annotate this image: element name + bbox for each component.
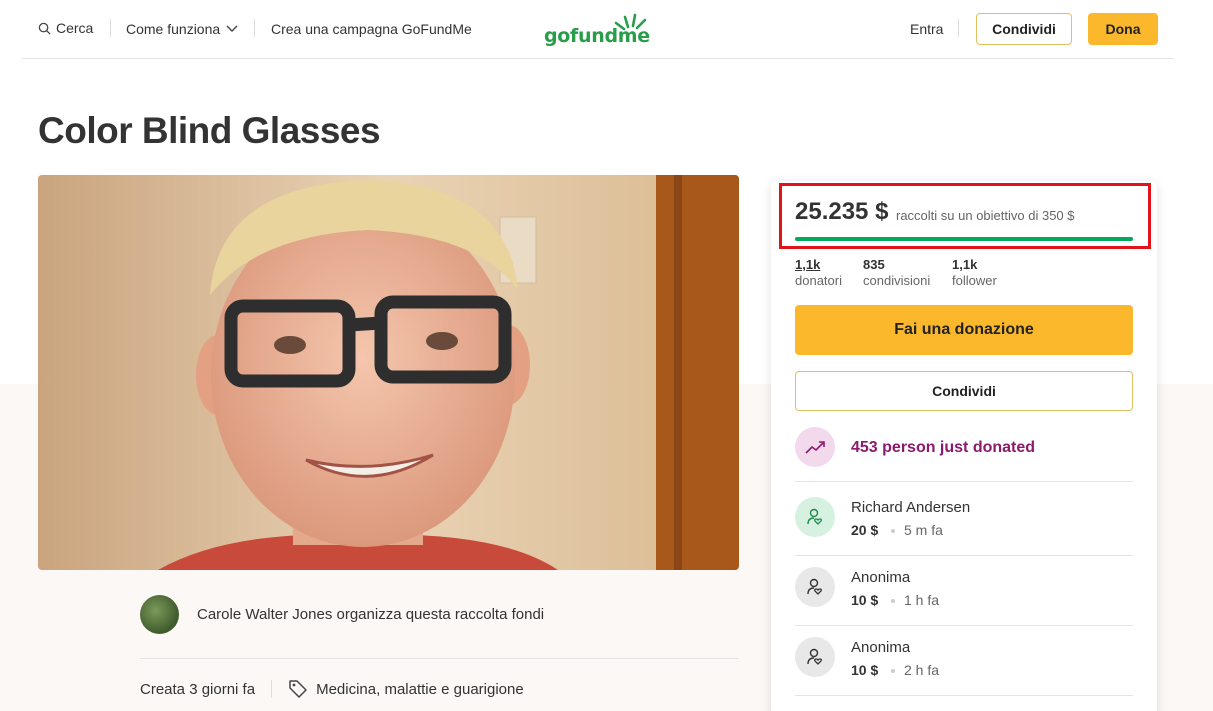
divider bbox=[140, 658, 739, 659]
campaign-meta: Creata 3 giorni fa Medicina, malattie e … bbox=[140, 679, 524, 699]
nav-separator bbox=[958, 19, 959, 37]
divider bbox=[795, 625, 1133, 626]
donor-time: 5 m fa bbox=[904, 522, 943, 538]
donor-time: 1 h fa bbox=[904, 592, 940, 608]
share-button[interactable]: Condividi bbox=[795, 371, 1133, 411]
divider bbox=[795, 695, 1133, 696]
organizer-row: Carole Walter Jones organizza questa rac… bbox=[140, 595, 544, 634]
stat-shares-label: condivisioni bbox=[863, 273, 931, 288]
page-title: Color Blind Glasses bbox=[38, 110, 381, 151]
search-link[interactable]: Cerca bbox=[38, 20, 93, 36]
donor-name: Anonima bbox=[851, 639, 911, 656]
stat-donors-value: 1,1k bbox=[795, 257, 821, 272]
stat-followers: 1,1k follower bbox=[952, 257, 997, 288]
donor-amount: 10 $ bbox=[851, 592, 879, 608]
stat-followers-label: follower bbox=[952, 273, 997, 288]
category-link[interactable]: Medicina, malattie e guarigione bbox=[316, 681, 524, 698]
separator-dot bbox=[891, 599, 895, 603]
search-icon bbox=[38, 22, 51, 35]
donor-heart-icon bbox=[795, 567, 835, 607]
nav-separator bbox=[110, 19, 111, 37]
search-label: Cerca bbox=[56, 20, 94, 36]
organizer-text: Carole Walter Jones organizza questa rac… bbox=[197, 606, 545, 623]
campaign-hero-image bbox=[38, 175, 739, 570]
donate-button-header[interactable]: Dona bbox=[1088, 13, 1158, 45]
meta-separator bbox=[271, 680, 273, 698]
stat-donors-label: donatori bbox=[795, 273, 842, 288]
login-link[interactable]: Entra bbox=[910, 21, 943, 37]
separator-dot bbox=[891, 669, 895, 673]
raised-amount: 25.235 $ bbox=[795, 198, 889, 225]
separator-dot bbox=[891, 529, 895, 533]
nav-separator bbox=[254, 19, 255, 37]
gofundme-logo[interactable]: gofundme bbox=[544, 12, 654, 48]
divider bbox=[795, 555, 1133, 556]
donate-button[interactable]: Fai una donazione bbox=[795, 305, 1133, 355]
donor-name: Anonima bbox=[851, 569, 911, 586]
stat-donors[interactable]: 1,1k donatori bbox=[795, 257, 842, 288]
donor-name: Richard Andersen bbox=[851, 499, 971, 516]
tag-icon bbox=[289, 680, 307, 698]
avatar bbox=[140, 595, 179, 634]
how-it-works-label: Come funziona bbox=[126, 21, 221, 37]
share-button-header[interactable]: Condividi bbox=[976, 13, 1072, 45]
progress-fill bbox=[795, 237, 1133, 241]
create-campaign-link[interactable]: Crea una campagna GoFundMe bbox=[271, 21, 472, 37]
donor-amount: 20 $ bbox=[851, 522, 879, 538]
donor-row: Anonima 10 $ 1 h fa bbox=[795, 567, 1133, 617]
goal-text: raccolti su un obiettivo di 350 $ bbox=[896, 208, 1075, 223]
stat-shares: 835 condivisioni bbox=[863, 257, 930, 288]
progress-bar bbox=[795, 237, 1133, 241]
trending-icon bbox=[795, 427, 835, 467]
logo-sun-icon bbox=[614, 13, 647, 31]
donor-row: Anonima 10 $ 2 h fa bbox=[795, 637, 1133, 687]
donor-heart-icon bbox=[795, 497, 835, 537]
donor-time: 2 h fa bbox=[904, 662, 940, 678]
how-it-works-dropdown[interactable]: Come funziona bbox=[126, 21, 238, 37]
recent-donations-text: 453 person just donated bbox=[851, 439, 1036, 456]
donor-heart-icon bbox=[795, 637, 835, 677]
chevron-down-icon bbox=[226, 25, 238, 32]
top-nav: Cerca Come funziona Crea una campagna Go… bbox=[22, 0, 1174, 59]
stat-shares-value: 835 bbox=[863, 257, 885, 272]
divider bbox=[795, 481, 1133, 482]
donor-amount: 10 $ bbox=[851, 662, 879, 678]
donor-row: Richard Andersen 20 $ 5 m fa bbox=[795, 497, 1133, 547]
stat-followers-value: 1,1k bbox=[952, 257, 978, 272]
created-date: Creata 3 giorni fa bbox=[140, 680, 256, 698]
